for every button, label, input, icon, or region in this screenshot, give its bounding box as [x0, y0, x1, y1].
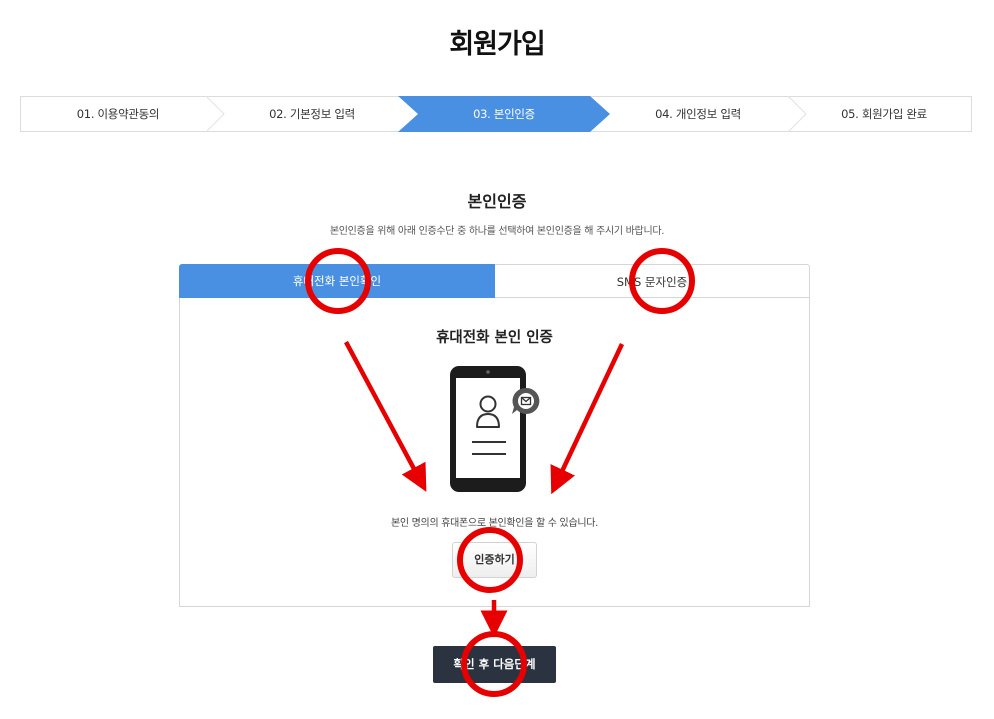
tab-phone-verification[interactable]: 휴대전화 본인확인 — [179, 264, 495, 298]
page-title: 회원가입 — [449, 29, 545, 60]
panel-title: 휴대전화 본인 인증 — [436, 330, 553, 346]
signup-steps: 01. 이용약관동의 02. 기본정보 입력 03. 본인인증 04. 개인정보… — [20, 96, 972, 132]
verify-button[interactable]: 인증하기 — [452, 542, 537, 578]
step-2: 02. 기본정보 입력 — [269, 107, 355, 121]
section-description: 본인인증을 위해 아래 인증수단 중 하나를 선택하여 본인인증을 해 주시기 … — [329, 226, 665, 237]
smartphone-user-icon — [450, 366, 540, 492]
step-1: 01. 이용약관동의 — [76, 107, 160, 121]
step-4: 04. 개인정보 입력 — [655, 107, 741, 121]
section-title: 본인인증 — [467, 192, 527, 211]
tab-sms-verification[interactable]: SMS 문자인증 — [495, 264, 810, 298]
panel-description: 본인 명의의 휴대폰으로 본인확인을 할 수 있습니다. — [390, 518, 599, 529]
step-5: 05. 회원가입 완료 — [841, 107, 927, 121]
step-3-active: 03. 본인인증 — [473, 107, 535, 121]
next-step-button[interactable]: 확인 후 다음단계 — [433, 646, 556, 683]
